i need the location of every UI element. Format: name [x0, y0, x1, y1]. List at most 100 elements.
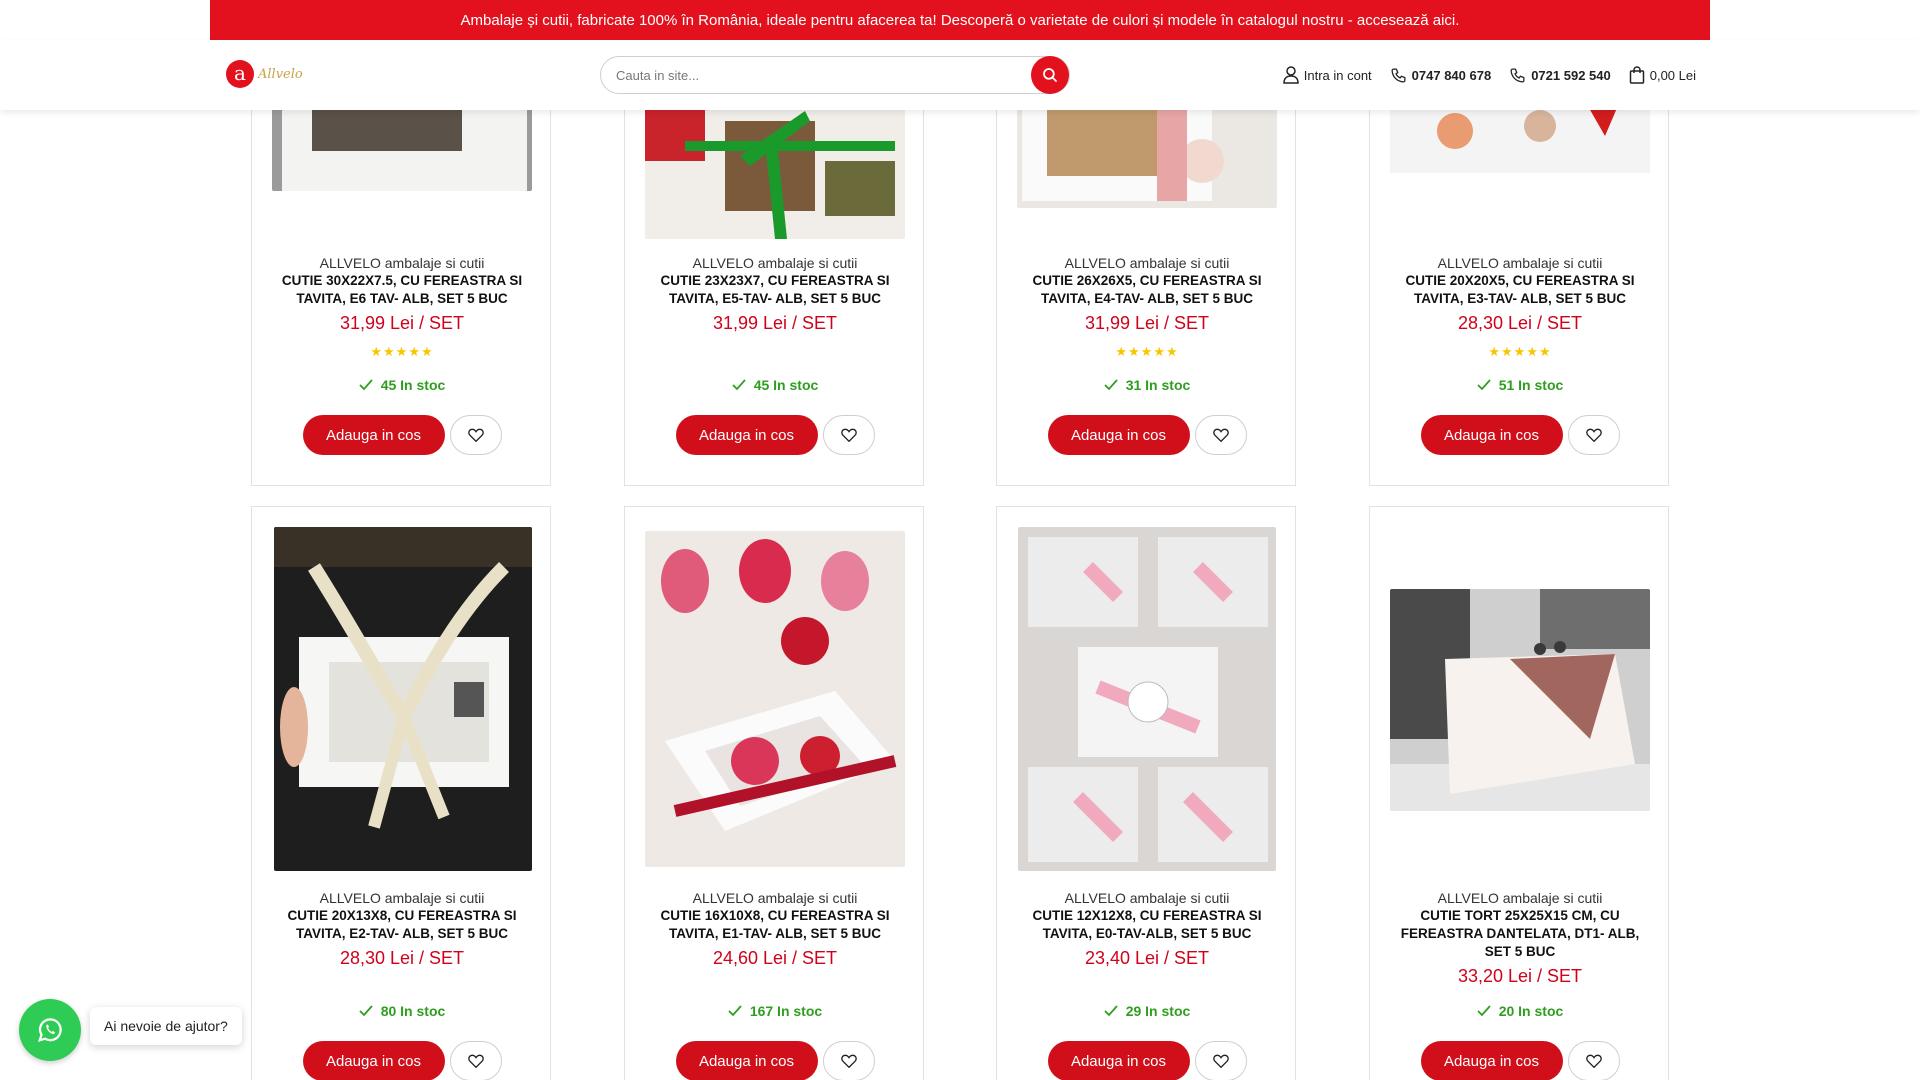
product-brand[interactable]: ALLVELO ambalaje si cutii: [625, 254, 925, 272]
stock-row: 51 In stoc: [1370, 377, 1670, 393]
product-price: 28,30 Lei / SET: [339, 948, 465, 968]
product-info: ALLVELO ambalaje si cutii CUTIE 12X12X8,…: [997, 889, 1297, 969]
logo[interactable]: a Allvelo: [226, 60, 303, 88]
phone-icon: [1391, 67, 1406, 83]
phone-1-label: 0747 840 678: [1411, 67, 1492, 83]
logo-mark: a: [226, 60, 254, 88]
cart-link[interactable]: 0,00 Lei: [1629, 66, 1696, 84]
product-actions: Adauga in cos: [252, 415, 552, 455]
check-icon: [732, 379, 746, 391]
stock-status: 20 In stoc: [1370, 1003, 1670, 1019]
product-brand[interactable]: ALLVELO ambalaje si cutii: [997, 889, 1297, 907]
heart-icon: [1585, 1054, 1602, 1068]
shopping-bag-icon: [1629, 66, 1644, 84]
check-icon: [1477, 379, 1491, 391]
product-title[interactable]: CUTIE 23X23X7, CU FEREASTRA SI TAVITA, E…: [625, 272, 925, 308]
stock-status: 80 In stoc: [252, 1003, 552, 1019]
rating-stars[interactable]: ★★★★★: [1370, 344, 1670, 360]
stock-status: 167 In stoc: [625, 1003, 925, 1019]
product-info: ALLVELO ambalaje si cutii CUTIE TORT 25X…: [1370, 889, 1670, 987]
heart-icon: [1212, 1054, 1229, 1068]
add-to-cart-button[interactable]: Adauga in cos: [1420, 1041, 1563, 1080]
user-icon: [1282, 66, 1299, 84]
product-info: ALLVELO ambalaje si cutii CUTIE 16X10X8,…: [625, 889, 925, 969]
product-image[interactable]: [645, 531, 905, 867]
check-icon: [728, 1005, 742, 1017]
add-to-cart-button[interactable]: Adauga in cos: [302, 415, 445, 455]
whatsapp-icon: [37, 1018, 62, 1043]
search-input[interactable]: [601, 57, 1001, 93]
product-brand[interactable]: ALLVELO ambalaje si cutii: [252, 254, 552, 272]
product-brand[interactable]: ALLVELO ambalaje si cutii: [252, 889, 552, 907]
add-to-cart-button[interactable]: Adauga in cos: [675, 415, 818, 455]
product-card: ALLVELO ambalaje si cutii CUTIE 12X12X8,…: [996, 506, 1296, 1080]
wishlist-button[interactable]: [822, 415, 875, 455]
check-icon: [1104, 1005, 1118, 1017]
stock-status: 51 In stoc: [1370, 377, 1670, 393]
stock-label: 45 In stoc: [753, 377, 819, 393]
site-header: a Allvelo Intra in cont 0747 840 678: [0, 40, 1920, 110]
check-icon: [1477, 1005, 1491, 1017]
stock-label: 80 In stoc: [380, 1003, 446, 1019]
product-actions: Adauga in cos: [1370, 1041, 1670, 1080]
wishlist-button[interactable]: [1194, 1041, 1247, 1080]
product-title[interactable]: CUTIE 20X13X8, CU FEREASTRA SI TAVITA, E…: [252, 907, 552, 943]
product-actions: Adauga in cos: [997, 1041, 1297, 1080]
product-title[interactable]: CUTIE 20X20X5, CU FEREASTRA SI TAVITA, E…: [1370, 272, 1670, 308]
product-title[interactable]: CUTIE 26X26X5, CU FEREASTRA SI TAVITA, E…: [997, 272, 1297, 308]
wishlist-button[interactable]: [1567, 415, 1620, 455]
product-title[interactable]: CUTIE 12X12X8, CU FEREASTRA SI TAVITA, E…: [997, 907, 1297, 943]
product-image[interactable]: [1018, 527, 1276, 871]
stock-row: 45 In stoc: [625, 377, 925, 393]
add-to-cart-button[interactable]: Adauga in cos: [1047, 1041, 1190, 1080]
announcement-bar[interactable]: Ambalaje și cutii, fabricate 100% în Rom…: [210, 0, 1710, 40]
stock-row: 45 In stoc: [252, 377, 552, 393]
product-title[interactable]: CUTIE 16X10X8, CU FEREASTRA SI TAVITA, E…: [625, 907, 925, 943]
whatsapp-button[interactable]: [19, 999, 81, 1061]
product-actions: Adauga in cos: [1370, 415, 1670, 455]
account-link[interactable]: Intra in cont: [1282, 66, 1372, 84]
wishlist-button[interactable]: [449, 415, 502, 455]
product-price: 23,40 Lei / SET: [1084, 948, 1210, 968]
check-icon: [1104, 379, 1118, 391]
rating-stars[interactable]: ★★★★★: [997, 344, 1297, 360]
stock-row: 29 In stoc: [997, 1003, 1297, 1019]
product-brand[interactable]: ALLVELO ambalaje si cutii: [1370, 889, 1670, 907]
stock-status: 45 In stoc: [625, 377, 925, 393]
product-actions: Adauga in cos: [625, 1041, 925, 1080]
product-info: ALLVELO ambalaje si cutii CUTIE 23X23X7,…: [625, 254, 925, 334]
add-to-cart-button[interactable]: Adauga in cos: [302, 1041, 445, 1080]
wishlist-button[interactable]: [449, 1041, 502, 1080]
product-info: ALLVELO ambalaje si cutii CUTIE 20X13X8,…: [252, 889, 552, 969]
product-price: 31,99 Lei / SET: [339, 313, 465, 333]
product-title[interactable]: CUTIE TORT 25X25X15 CM, CU FEREASTRA DAN…: [1370, 907, 1670, 961]
search-button[interactable]: [1031, 56, 1069, 94]
phone-link-1[interactable]: 0747 840 678: [1390, 67, 1492, 84]
product-brand[interactable]: ALLVELO ambalaje si cutii: [625, 889, 925, 907]
product-card: ALLVELO ambalaje si cutii CUTIE 20X13X8,…: [251, 506, 551, 1080]
add-to-cart-button[interactable]: Adauga in cos: [1420, 415, 1563, 455]
announcement-text[interactable]: Ambalaje și cutii, fabricate 100% în Rom…: [461, 12, 1460, 29]
wishlist-button[interactable]: [822, 1041, 875, 1080]
product-image[interactable]: [274, 527, 532, 871]
rating-stars[interactable]: ★★★★★: [252, 344, 552, 360]
phone-link-2[interactable]: 0721 592 540: [1509, 67, 1611, 84]
check-icon: [359, 379, 373, 391]
product-title[interactable]: CUTIE 30X22X7.5, CU FEREASTRA SI TAVITA,…: [252, 272, 552, 308]
stock-status: 45 In stoc: [252, 377, 552, 393]
search-icon: [1043, 68, 1057, 82]
heart-icon: [467, 1054, 484, 1068]
product-brand[interactable]: ALLVELO ambalaje si cutii: [1370, 254, 1670, 272]
add-to-cart-button[interactable]: Adauga in cos: [1047, 415, 1190, 455]
help-bubble[interactable]: Ai nevoie de ajutor?: [90, 1007, 242, 1045]
stock-row: 167 In stoc: [625, 1003, 925, 1019]
stock-label: 29 In stoc: [1125, 1003, 1191, 1019]
wishlist-button[interactable]: [1194, 415, 1247, 455]
add-to-cart-button[interactable]: Adauga in cos: [675, 1041, 818, 1080]
product-brand[interactable]: ALLVELO ambalaje si cutii: [997, 254, 1297, 272]
product-price: 31,99 Lei / SET: [712, 313, 838, 333]
stock-status: 29 In stoc: [997, 1003, 1297, 1019]
wishlist-button[interactable]: [1567, 1041, 1620, 1080]
product-image[interactable]: [1390, 589, 1650, 811]
stock-row: 20 In stoc: [1370, 1003, 1670, 1019]
